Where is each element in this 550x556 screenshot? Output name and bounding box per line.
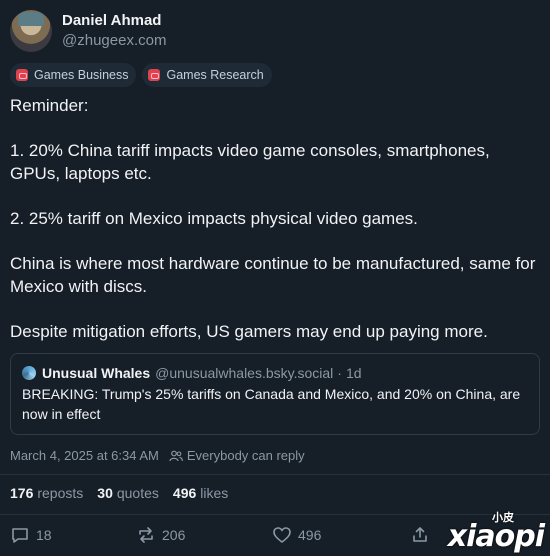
tag-label: Games Research xyxy=(166,68,264,82)
reposts-label: reposts xyxy=(37,485,84,501)
quoted-post-age: 1d xyxy=(345,365,362,381)
post-meta: March 4, 2025 at 6:34 AM Everybody can r… xyxy=(10,448,305,463)
reposts-count: 176 xyxy=(10,485,34,501)
watermark-logo: 小皮 xiaopi xyxy=(448,511,545,554)
reply-button[interactable]: 18 xyxy=(10,525,52,545)
share-icon xyxy=(413,527,427,542)
quoted-post[interactable]: Unusual Whales @unusualwhales.bsky.socia… xyxy=(10,353,540,435)
tag-games-research[interactable]: Games Research xyxy=(142,63,272,87)
likes-label: likes xyxy=(200,485,229,501)
post-timestamp: March 4, 2025 at 6:34 AM xyxy=(10,448,159,463)
quoted-separator: · xyxy=(337,365,342,381)
reply-setting[interactable]: Everybody can reply xyxy=(187,448,305,463)
author-display-name[interactable]: Daniel Ahmad xyxy=(62,11,166,31)
post-paragraph: Despite mitigation efforts, US gamers ma… xyxy=(10,322,488,341)
repost-count: 206 xyxy=(162,527,186,543)
quoted-post-header: Unusual Whales @unusualwhales.bsky.socia… xyxy=(22,363,528,383)
post: Daniel Ahmad @zhugeex.com Games Business… xyxy=(0,0,550,556)
author-handle[interactable]: @zhugeex.com xyxy=(62,31,166,51)
tag-label: Games Business xyxy=(34,68,129,82)
likes-stat[interactable]: 496 likes xyxy=(173,485,228,501)
divider xyxy=(0,474,550,475)
post-paragraph: Reminder: xyxy=(10,96,89,115)
author-names: Daniel Ahmad @zhugeex.com xyxy=(62,11,166,51)
divider xyxy=(0,514,550,515)
post-paragraph: 1. 20% China tariff impacts video game c… xyxy=(10,141,495,183)
heart-icon xyxy=(273,527,291,543)
reply-icon xyxy=(12,528,28,543)
people-icon xyxy=(169,450,183,461)
post-paragraph: China is where most hardware continue to… xyxy=(10,254,541,296)
post-header: Daniel Ahmad @zhugeex.com xyxy=(10,10,166,52)
quoted-post-text: BREAKING: Trump's 25% tariffs on Canada … xyxy=(22,386,521,422)
tag-games-business[interactable]: Games Business xyxy=(10,63,137,87)
likes-count: 496 xyxy=(172,485,197,501)
quotes-count: 30 xyxy=(97,485,113,501)
quoted-avatar xyxy=(22,366,36,380)
like-count: 496 xyxy=(298,527,322,543)
watermark-small-text: 小皮 xyxy=(492,511,514,524)
quotes-stat[interactable]: 30 quotes xyxy=(97,485,159,501)
share-button[interactable] xyxy=(410,525,436,545)
feed-icon xyxy=(16,69,28,81)
feed-tags: Games Business Games Research xyxy=(10,63,272,87)
quotes-label: quotes xyxy=(116,485,159,501)
quoted-author-name: Unusual Whales xyxy=(42,365,151,381)
post-stats: 176 reposts 30 quotes 496 likes xyxy=(10,485,228,501)
repost-icon xyxy=(139,527,153,543)
like-button[interactable]: 496 xyxy=(272,525,321,545)
avatar[interactable] xyxy=(10,10,52,52)
post-text: Reminder: 1. 20% China tariff impacts vi… xyxy=(10,94,540,343)
repost-button[interactable]: 206 xyxy=(136,525,185,545)
feed-icon xyxy=(148,69,161,81)
post-paragraph: 2. 25% tariff on Mexico impacts physical… xyxy=(10,209,418,228)
reposts-stat[interactable]: 176 reposts xyxy=(10,485,83,501)
quoted-author-handle: @unusualwhales.bsky.social xyxy=(155,365,334,381)
reply-count: 18 xyxy=(36,527,52,543)
